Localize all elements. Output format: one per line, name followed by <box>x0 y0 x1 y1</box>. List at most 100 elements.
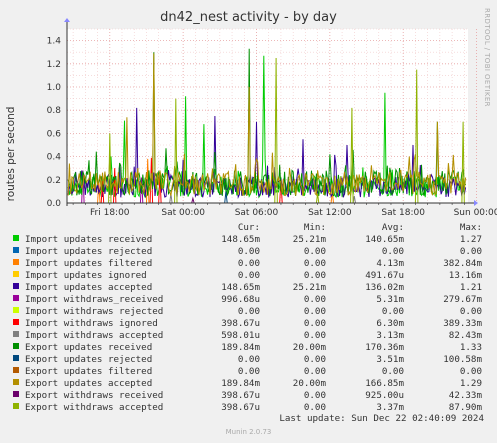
legend-series-name: Export withdraws received <box>25 390 164 401</box>
legend-header-max: Max: <box>459 222 482 233</box>
legend-entry-name: Import updates ignored <box>8 270 220 282</box>
legend-value-cur: 398.67u <box>221 390 260 401</box>
legend-swatch <box>13 259 19 265</box>
legend-header-cur: Cur: <box>237 222 260 233</box>
legend-value-avg: 491.67u <box>365 270 404 281</box>
y-tick-label: 1.2 <box>47 60 61 70</box>
x-tick-label: Sat 06:00 <box>235 208 279 218</box>
legend-value-max: 0.00 <box>459 366 482 377</box>
legend-table: Cur: Min: Avg: Max: Import updates recei… <box>8 222 482 414</box>
x-tick-label: Fri 18:00 <box>90 208 130 218</box>
x-axis-arrow <box>474 200 478 206</box>
legend-value-max: 382.84m <box>443 258 482 269</box>
legend-value-max: 1.21 <box>459 282 482 293</box>
legend-entry-name: Import withdraws rejected <box>8 306 220 318</box>
legend-value-min: 0.00 <box>303 354 326 365</box>
legend-value-cur: 148.65m <box>221 282 260 293</box>
plot-area: 0.0 0.2 0.4 0.6 0.8 1.0 1.2 1.4 Fri 18:00 Sat 00… <box>47 18 497 218</box>
legend-value-cur: 0.00 <box>237 366 260 377</box>
x-tick-label: Sat 12:00 <box>308 208 352 218</box>
legend-value-avg: 0.00 <box>381 306 404 317</box>
legend-series-name: Export withdraws accepted <box>25 402 164 413</box>
legend-entry-name: Export updates accepted <box>8 378 220 390</box>
legend-entry-name: Export withdraws received <box>8 390 220 402</box>
legend-swatch <box>13 391 19 397</box>
legend-value-avg: 0.00 <box>381 246 404 257</box>
legend-value-max: 100.58m <box>443 354 482 365</box>
legend-series-name: Import updates accepted <box>25 282 153 293</box>
legend-value-cur: 0.00 <box>237 246 260 257</box>
legend-series-name: Export updates filtered <box>25 366 153 377</box>
legend-row: Import withdraws accepted 598.01u 0.00 3.13… <box>8 330 482 342</box>
legend-value-max: 0.00 <box>459 306 482 317</box>
legend-value-min: 0.00 <box>303 366 326 377</box>
legend-value-avg: 5.31m <box>376 294 404 305</box>
legend-value-max: 279.67m <box>443 294 482 305</box>
legend-body: Import updates received 148.65m 25.21m 140.… <box>8 234 482 414</box>
legend: Cur: Min: Avg: Max: Import updates recei… <box>8 222 492 414</box>
legend-value-min: 25.21m <box>292 234 326 245</box>
legend-value-max: 82.43m <box>448 330 482 341</box>
legend-series-name: Import withdraws accepted <box>25 330 164 341</box>
last-update: Last update: Sun Dec 22 02:40:09 2024 <box>279 413 484 424</box>
legend-entry-name: Import updates accepted <box>8 282 220 294</box>
legend-value-avg: 4.13m <box>376 258 404 269</box>
legend-value-avg: 0.00 <box>381 366 404 377</box>
legend-value-min: 20.00m <box>292 378 326 389</box>
legend-value-min: 25.21m <box>292 282 326 293</box>
legend-row: Export updates received 189.84m 20.00m 170.… <box>8 342 482 354</box>
legend-value-min: 20.00m <box>292 342 326 353</box>
legend-value-avg: 136.02m <box>365 282 404 293</box>
y-tick-label: 0.8 <box>47 106 62 116</box>
legend-entry-name: Export updates received <box>8 342 220 354</box>
legend-series-name: Import withdraws_received <box>25 294 164 305</box>
legend-header-row: Cur: Min: Avg: Max: <box>8 222 482 234</box>
legend-value-avg: 6.30m <box>376 318 404 329</box>
y-tick-labels: 0.0 0.2 0.4 0.6 0.8 1.0 1.2 1.4 <box>47 37 62 209</box>
legend-swatch <box>13 379 19 385</box>
legend-row: Export updates rejected 0.00 0.00 3.51m 100.… <box>8 354 482 366</box>
legend-series-name: Import updates rejected <box>25 246 153 257</box>
legend-row: Import withdraws ignored 398.67u 0.00 6.30m… <box>8 318 482 330</box>
legend-row: Import withdraws_received 996.68u 0.00 5.31… <box>8 294 482 306</box>
x-tick-label: Sat 00:00 <box>161 208 205 218</box>
legend-entry-name: Export withdraws accepted <box>8 402 220 414</box>
legend-value-cur: 189.84m <box>221 342 260 353</box>
legend-value-cur: 598.01u <box>221 330 260 341</box>
legend-row: Import updates filtered 0.00 0.00 4.13m 382.… <box>8 258 482 270</box>
legend-entry-name: Import updates rejected <box>8 246 220 258</box>
legend-entry-name: Export updates rejected <box>8 354 220 366</box>
legend-swatch <box>13 403 19 409</box>
legend-value-max: 1.29 <box>459 378 482 389</box>
legend-swatch <box>13 295 19 301</box>
legend-row: Export withdraws received 398.67u 0.00 925.… <box>8 390 482 402</box>
legend-row: Import updates received 148.65m 25.21m 140.… <box>8 234 482 246</box>
legend-row: Import updates rejected 0.00 0.00 0.00 0.00 <box>8 246 482 258</box>
legend-swatch <box>13 343 19 349</box>
legend-value-cur: 0.00 <box>237 354 260 365</box>
legend-series-name: Import updates received <box>25 234 153 245</box>
x-tick-labels: Fri 18:00 Sat 00:00 Sat 06:00 Sat 12:00 Sat … <box>90 208 497 218</box>
legend-value-min: 0.00 <box>303 318 326 329</box>
y-tick-label: 0.0 <box>47 199 62 209</box>
legend-value-avg: 170.36m <box>365 342 404 353</box>
legend-series-name: Import withdraws ignored <box>25 318 158 329</box>
y-tick-label: 1.0 <box>47 83 62 93</box>
legend-value-cur: 148.65m <box>221 234 260 245</box>
legend-row: Export updates filtered 0.00 0.00 0.00 0.00 <box>8 366 482 378</box>
legend-swatch <box>13 271 19 277</box>
legend-value-min: 0.00 <box>303 246 326 257</box>
legend-header-avg: Avg: <box>381 222 404 233</box>
legend-value-max: 13.16m <box>448 270 482 281</box>
legend-value-max: 1.27 <box>459 234 482 245</box>
legend-series-name: Import updates filtered <box>25 258 153 269</box>
legend-swatch <box>13 307 19 313</box>
y-tick-label: 0.6 <box>47 129 62 139</box>
legend-entry-name: Import withdraws accepted <box>8 330 220 342</box>
legend-entry-name: Export updates filtered <box>8 366 220 378</box>
legend-series-name: Import updates ignored <box>25 270 147 281</box>
legend-value-max: 1.33 <box>459 342 482 353</box>
legend-series-name: Export updates accepted <box>25 378 153 389</box>
legend-value-max: 389.33m <box>443 318 482 329</box>
legend-row: Export updates accepted 189.84m 20.00m 166.… <box>8 378 482 390</box>
